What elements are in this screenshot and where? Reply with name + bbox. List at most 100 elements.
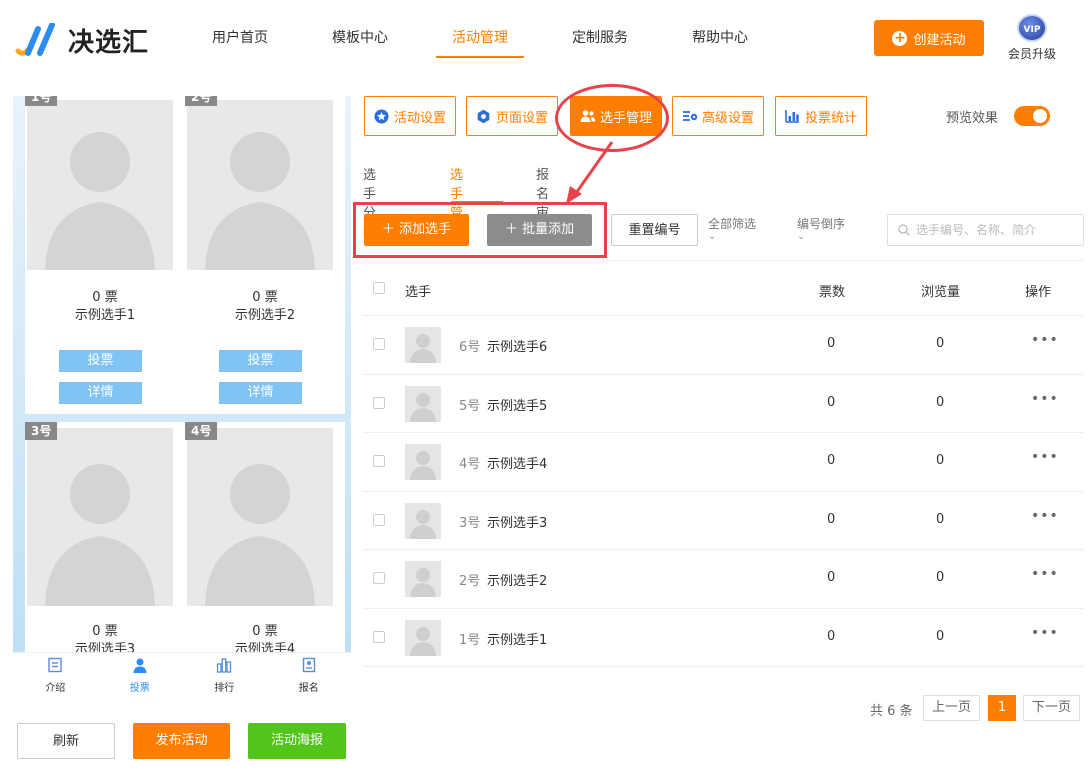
search-icon	[898, 224, 910, 236]
preview-effect-toggle[interactable]	[1014, 106, 1050, 126]
vip-badge-icon: VIP	[1017, 14, 1047, 42]
player-number: 2号	[459, 574, 481, 589]
publish-activity-button[interactable]: 发布活动	[133, 723, 230, 759]
vote-count: 0	[827, 511, 836, 527]
nav-activity-manage[interactable]: 活动管理	[420, 0, 540, 78]
detail-button[interactable]: 详情	[59, 382, 142, 404]
prev-page-button[interactable]: 上一页	[923, 695, 980, 721]
vote-count: 0	[827, 394, 836, 410]
player-name: 示例选手2	[487, 574, 548, 589]
mobile-nav-vote[interactable]: 投票	[98, 653, 183, 696]
avatar-placeholder-icon	[410, 392, 436, 422]
view-count: 0	[936, 511, 945, 527]
tab-vote-statistics[interactable]: 投票统计	[775, 96, 867, 136]
tab-label: 高级设置	[701, 110, 754, 126]
row-checkbox[interactable]	[373, 630, 385, 643]
avatar-placeholder-icon	[410, 568, 436, 597]
plus-circle-icon: +	[892, 29, 908, 46]
vote-count: 0	[827, 336, 836, 351]
player-votes: 0 票	[92, 290, 118, 305]
table-row: 3号 示例选手3 0 0 •••	[363, 492, 1084, 550]
avatar-placeholder-icon	[205, 132, 315, 270]
current-page-button[interactable]: 1	[988, 695, 1016, 721]
create-activity-label: 创建活动	[913, 32, 966, 48]
tab-label: 页面设置	[495, 110, 548, 126]
select-all-checkbox[interactable]	[373, 282, 385, 294]
nav-templates[interactable]: 模板中心	[300, 0, 420, 78]
avatar-placeholder-icon	[45, 132, 155, 270]
more-actions-icon[interactable]: •••	[1031, 391, 1059, 407]
player-name: 示例选手4	[487, 457, 548, 472]
table-header: 选手 票数 浏览量 操作	[363, 260, 1084, 316]
tab-activity-settings[interactable]: 活动设置	[364, 96, 456, 136]
sort-order-dropdown[interactable]: 编号倒序 ⌄	[797, 215, 845, 242]
player-number-tag: 3号	[25, 422, 58, 440]
more-actions-icon[interactable]: •••	[1031, 625, 1059, 641]
activity-poster-button[interactable]: 活动海报	[248, 723, 346, 759]
vote-button[interactable]: 投票	[219, 350, 302, 372]
player-thumbnail	[405, 385, 441, 422]
mobile-nav-ranking[interactable]: 排行	[182, 653, 267, 696]
search-input[interactable]	[916, 223, 1076, 237]
more-actions-icon[interactable]: •••	[1031, 449, 1059, 465]
mobile-nav-signup[interactable]: 报名	[267, 653, 352, 696]
table-row: 6号 示例选手6 0 0 •••	[363, 316, 1084, 375]
avatar-placeholder-icon	[410, 626, 436, 656]
tab-page-settings[interactable]: 页面设置	[466, 96, 558, 136]
player-number: 1号	[459, 632, 481, 648]
player-name: 示例选手6	[487, 340, 548, 355]
filter-all-dropdown[interactable]: 全部筛选 ⌄	[708, 215, 756, 242]
vip-upgrade-label: 会员升级	[1007, 47, 1056, 61]
player-photo	[27, 428, 173, 606]
main-nav: 用户首页 模板中心 活动管理 定制服务 帮助中心	[180, 0, 780, 78]
player-number-tag: 2号	[185, 96, 218, 106]
create-activity-button[interactable]: + 创建活动	[874, 20, 984, 56]
pagination-total: 共 6 条	[870, 704, 913, 719]
tab-advanced-settings[interactable]: 高级设置	[672, 96, 764, 136]
brand-logo[interactable]: 决选汇	[14, 22, 149, 59]
tab-label: 活动设置	[393, 110, 446, 126]
mobile-bottom-nav: 介绍 投票 排行 报名	[13, 652, 351, 696]
next-page-button[interactable]: 下一页	[1023, 695, 1080, 721]
nav-custom-service[interactable]: 定制服务	[540, 0, 660, 78]
table-row: 1号 示例选手1 0 0 •••	[363, 609, 1084, 667]
filter-all-label: 全部筛选	[708, 217, 757, 231]
row-checkbox[interactable]	[373, 338, 385, 350]
bar-chart-icon	[785, 108, 801, 124]
player-thumbnail	[405, 502, 441, 539]
vote-count: 0	[827, 570, 836, 585]
bars-icon	[217, 658, 232, 673]
detail-button[interactable]: 详情	[219, 382, 302, 404]
star-circle-icon	[374, 108, 390, 124]
vip-upgrade[interactable]: VIP 会员升级	[1004, 14, 1060, 62]
vote-button[interactable]: 投票	[59, 350, 142, 372]
avatar-placeholder-icon	[410, 334, 436, 363]
chevron-down-icon: ⌄	[708, 231, 717, 242]
player-name: 示例选手4	[234, 642, 296, 652]
player-card: 4号 0 票 示例选手4	[185, 422, 345, 652]
row-checkbox[interactable]	[373, 455, 385, 467]
sliders-gear-icon	[682, 108, 698, 124]
player-search-box[interactable]	[887, 214, 1084, 246]
mobile-nav-intro[interactable]: 介绍	[13, 653, 98, 696]
nav-home[interactable]: 用户首页	[180, 0, 300, 78]
mobile-nav-label: 报名	[298, 683, 319, 694]
more-actions-icon[interactable]: •••	[1031, 508, 1059, 524]
table-row: 5号 示例选手5 0 0 •••	[363, 375, 1084, 433]
more-actions-icon[interactable]: •••	[1031, 566, 1059, 582]
reset-numbering-button[interactable]: 重置编号	[611, 214, 698, 246]
row-checkbox[interactable]	[373, 513, 385, 526]
player-votes: 0 票	[252, 624, 278, 639]
refresh-button[interactable]: 刷新	[17, 723, 115, 759]
more-actions-icon[interactable]: •••	[1031, 332, 1059, 348]
view-count: 0	[936, 394, 945, 410]
row-checkbox[interactable]	[373, 572, 385, 584]
mobile-preview: 1号 0 票 示例选手1 投票 详情 2号 0 票 示例选手2 投票 详情 3号…	[13, 96, 351, 652]
player-number-tag: 4号	[185, 422, 218, 440]
nav-help[interactable]: 帮助中心	[660, 0, 780, 78]
player-thumbnail	[405, 561, 441, 597]
player-card: 1号 0 票 示例选手1 投票 详情	[25, 96, 185, 414]
player-number: 4号	[459, 457, 481, 472]
row-checkbox[interactable]	[373, 396, 385, 409]
player-name: 示例选手1	[74, 308, 136, 323]
